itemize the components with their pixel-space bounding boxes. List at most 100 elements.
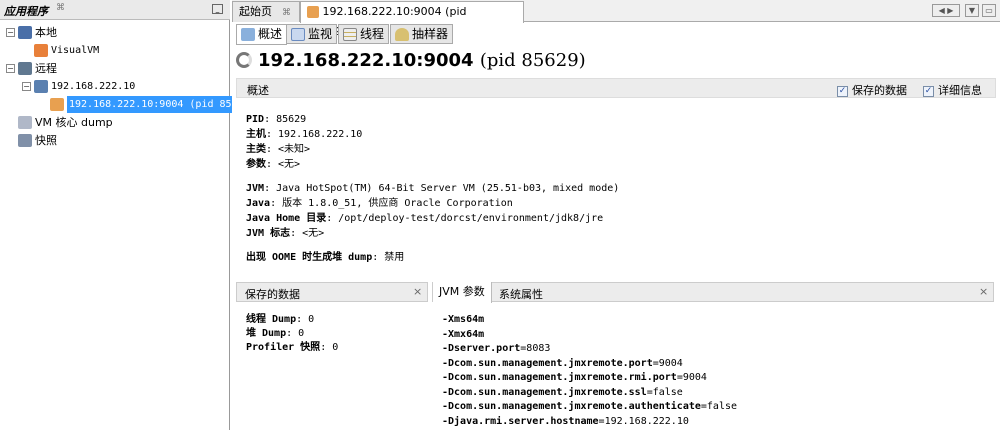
field-label: Java Home 目录 — [246, 213, 327, 224]
close-icon[interactable]: × — [413, 285, 422, 298]
tree-node-label: 远程 — [35, 62, 57, 75]
loading-spinner-icon — [236, 52, 252, 68]
visualvm-icon — [34, 44, 48, 57]
collapse-icon[interactable]: − — [6, 64, 15, 73]
field-label: Java — [246, 198, 271, 209]
jvm-arg: -Dcom.sun.management.jmxremote.rmi.port=… — [442, 370, 707, 385]
overview-header: 概述 ✓ 保存的数据 ✓ 详细信息 — [236, 78, 996, 98]
saved-data-checkbox[interactable]: ✓ 保存的数据 — [837, 82, 907, 98]
tree-node-label: VM 核心 dump — [35, 116, 113, 129]
field-label: JVM 标志 — [246, 228, 291, 239]
tree-node[interactable]: VM 核心 dump — [18, 114, 113, 131]
checkbox-label: 保存的数据 — [852, 84, 907, 97]
monitor-chart-icon — [291, 27, 305, 41]
tree-node[interactable]: 192.168.222.10:9004 (pid 85629) — [50, 96, 258, 113]
tab-label: JVM 参数 — [439, 285, 485, 298]
subtab-sampler[interactable]: 抽样器 — [390, 24, 454, 44]
subtab-threads[interactable]: 线程 — [338, 24, 390, 44]
core-dump-icon — [18, 116, 32, 129]
title-host: 192.168.222.10:9004 — [258, 50, 474, 71]
close-icon[interactable]: × — [979, 285, 988, 298]
arg-name: -Dcom.sun.management.jmxremote.ssl — [442, 386, 647, 398]
tab-remote-app[interactable]: 192.168.222.10:9004 (pid 85629)⌘ — [300, 1, 524, 38]
jvm-pane-header: JVM 参数 系统属性 × — [432, 282, 994, 303]
tree-node[interactable]: − 远程 — [6, 60, 57, 77]
tree-node[interactable]: 快照 — [18, 132, 57, 149]
arg-name: -Xms64m — [442, 314, 485, 325]
field-label: 主类 — [246, 144, 266, 155]
tree-node-label: 本地 — [35, 26, 57, 39]
jvm-arg: -Xmx64m — [442, 327, 484, 342]
jvm-arg: -Dcom.sun.management.jmxremote.ssl=false — [442, 385, 683, 400]
arg-value: =false — [646, 386, 683, 398]
overview-line: 主类: <未知> — [246, 142, 310, 157]
main-area: 起始页 ⌘ 192.168.222.10:9004 (pid 85629)⌘ ◀ … — [232, 0, 1000, 430]
maximize-button[interactable]: ▭ — [982, 4, 996, 17]
subtab-monitor[interactable]: 监视 — [286, 24, 338, 44]
snapshot-icon — [18, 134, 32, 147]
tree-node[interactable]: − 192.168.222.10 — [22, 78, 135, 95]
field-value: : <无> — [290, 228, 325, 239]
overview-line: JVM 标志: <无> — [246, 226, 324, 241]
close-icon[interactable]: ⌘ — [282, 8, 291, 18]
details-checkbox[interactable]: ✓ 详细信息 — [923, 82, 982, 98]
subtab-label: 抽样器 — [412, 26, 449, 41]
field-value: : /opt/deploy-test/dorcst/environment/jd… — [326, 213, 604, 224]
tab-list-dropdown[interactable]: ▼ — [965, 4, 979, 17]
arg-name: -Dcom.sun.management.jmxremote.rmi.port — [442, 372, 677, 383]
field-label: 线程 Dump — [246, 314, 297, 325]
subtab-overview[interactable]: 概述 — [236, 24, 288, 45]
jvm-arg: -Dserver.port=8083 — [442, 341, 550, 356]
threads-icon — [343, 27, 357, 41]
field-label: 主机 — [246, 129, 266, 140]
field-label: 出现 OOME 时生成堆 dump — [246, 252, 373, 263]
saved-data-content: 线程 Dump: 0堆 Dump: 0 Profiler 快照: 0 — [232, 312, 422, 412]
field-value: : 版本 1.8.0_51, 供应商 Oracle Corporation — [270, 198, 513, 209]
field-label: 堆 Dump — [246, 328, 287, 339]
arg-value: =9004 — [676, 372, 707, 383]
field-value: : 85629 — [264, 114, 307, 125]
overview-line: PID: 85629 — [246, 112, 306, 127]
field-label: Profiler 快照 — [246, 342, 321, 353]
panel-title: 应用程序 — [4, 5, 48, 18]
tree-node[interactable]: VisualVM — [34, 42, 99, 59]
overview-details: PID: 85629 主机: 192.168.222.10 主类: <未知> 参数: … — [232, 112, 992, 272]
field-value: : 0 — [286, 328, 305, 339]
computer-icon — [18, 26, 32, 39]
arg-value: =false — [700, 401, 738, 412]
overview-line: JVM: Java HotSpot(TM) 64-Bit Server VM (… — [246, 181, 619, 196]
jvm-arg: -Xms64m — [442, 312, 484, 327]
jmx-icon — [50, 98, 64, 111]
collapse-icon[interactable]: − — [6, 28, 15, 37]
jvm-arg: -Dcom.sun.management.jmxremote.authentic… — [442, 399, 737, 414]
subtab-label: 线程 — [360, 26, 385, 41]
tab-jvm-args[interactable]: JVM 参数 — [433, 282, 492, 303]
subtab-label: 监视 — [308, 26, 333, 41]
field-label: 参数 — [246, 159, 266, 170]
field-label: JVM — [246, 183, 265, 194]
overview-line: Java Home 目录: /opt/deploy-test/dorcst/en… — [246, 211, 603, 226]
tree-node-label: 192.168.222.10 — [51, 81, 136, 92]
checkbox-label: 详细信息 — [938, 84, 982, 97]
tree-node-label: VisualVM — [51, 45, 100, 56]
arg-name: -Djava.rmi.server.hostname — [442, 415, 599, 427]
subtab-label: 概述 — [258, 27, 283, 41]
tree-node[interactable]: − 本地 — [6, 24, 57, 41]
saved-data-line: 线程 Dump: 0 — [246, 312, 314, 327]
field-value: : Java HotSpot(TM) 64-Bit Server VM (25.… — [264, 183, 620, 194]
minimize-button[interactable]: _ — [212, 4, 223, 14]
sampler-icon — [395, 27, 409, 41]
field-value: : <无> — [266, 159, 301, 170]
collapse-icon[interactable]: − — [22, 82, 31, 91]
arg-name: -Dcom.sun.management.jmxremote.port — [442, 357, 653, 369]
jmx-icon — [307, 6, 319, 18]
section-title: 概述 — [247, 84, 269, 97]
close-icon[interactable]: ⌘ — [56, 3, 65, 13]
scroll-tabs-button[interactable]: ◀ ▶ — [932, 4, 960, 17]
remote-icon — [18, 62, 32, 75]
tab-system-properties[interactable]: 系统属性 — [499, 286, 543, 302]
checkbox-checked-icon: ✓ — [923, 85, 934, 97]
applications-panel-header: 应用程序 ⌘ _ — [0, 0, 230, 20]
tab-start-page[interactable]: 起始页 ⌘ — [232, 1, 300, 22]
jvm-arg: -Dcom.sun.management.jmxremote.port=9004 — [442, 356, 683, 371]
